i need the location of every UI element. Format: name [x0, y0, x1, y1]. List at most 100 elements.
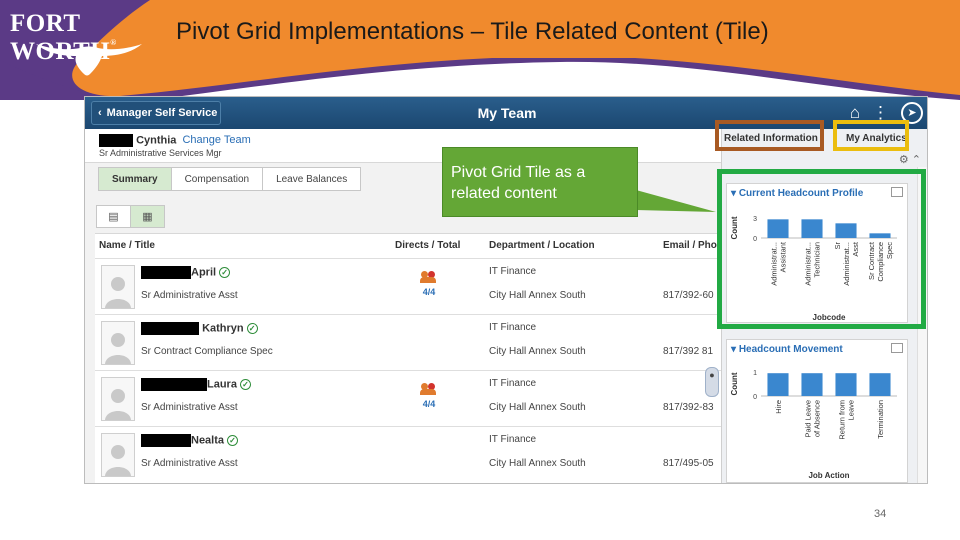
avatar: [101, 321, 135, 365]
redacted-surname: [141, 266, 191, 279]
person-silhouette-icon: [105, 445, 131, 476]
list-view-icon: ▤: [108, 211, 119, 223]
pivot-tile-highlight: [717, 169, 926, 329]
employee-title: Sr Contract Compliance Spec: [141, 346, 273, 357]
directs-count: 4/4: [422, 399, 436, 409]
department: IT Finance: [489, 434, 537, 445]
bar[interactable]: [869, 373, 891, 396]
change-team-link[interactable]: Change Team: [182, 134, 250, 146]
y-axis-label: Count: [730, 372, 739, 395]
tab-bar: Summary Compensation Leave Balances: [98, 167, 362, 191]
my-analytics-highlight: [833, 120, 909, 151]
location: City Hall Annex South: [489, 346, 586, 357]
table-row[interactable]: April ✓ Sr Administrative Asst 4/4 IT Fin…: [95, 258, 721, 314]
phone: 817/392-83: [663, 402, 714, 413]
user-role: Sr Administrative Services Mgr: [99, 148, 222, 158]
grid-header: Name / Title Directs / Total Department …: [95, 234, 721, 258]
headcount-movement-title: Headcount Movement: [738, 344, 843, 355]
col-email-phone[interactable]: Email / Pho: [663, 240, 717, 251]
col-department-location[interactable]: Department / Location: [489, 240, 595, 251]
slide-title-box: Pivot Grid Implementations – Tile Relate…: [168, 6, 914, 58]
slide-title: Pivot Grid Implementations – Tile Relate…: [176, 18, 769, 45]
x-tick-label: of Absence: [813, 400, 822, 437]
tab-summary[interactable]: Summary: [98, 167, 172, 191]
callout-text: Pivot Grid Tile as a related content: [451, 164, 586, 202]
phone: 817/392 81: [663, 346, 714, 357]
employee-name[interactable]: Laura: [207, 378, 237, 390]
tab-leave-balances[interactable]: Leave Balances: [262, 167, 362, 191]
directs-count: 4/4: [422, 287, 436, 297]
caret-down-icon: ▾: [731, 344, 737, 355]
col-name-title[interactable]: Name / Title: [99, 240, 155, 251]
people-icon: [420, 271, 438, 283]
phone: 817/495-05: [663, 458, 714, 469]
redacted-surname: [141, 434, 191, 447]
person-silhouette-icon: [105, 333, 131, 364]
check-icon: ✓: [239, 379, 251, 390]
tile-title: ▾ Headcount Movement: [731, 344, 843, 355]
gear-icon[interactable]: ⚙: [899, 154, 909, 166]
location: City Hall Annex South: [489, 458, 586, 469]
handle-dot-icon: ●: [709, 370, 715, 380]
callout-box: Pivot Grid Tile as a related content: [442, 147, 638, 217]
user-name: Cynthia: [136, 134, 177, 147]
panel-tools: ⚙ ⌃: [899, 153, 921, 166]
y-tick-label: 0: [753, 394, 757, 401]
bar[interactable]: [835, 373, 857, 396]
headcount-movement-tile[interactable]: ▾ Headcount Movement Count 0 1 Hire Paid Lea…: [726, 339, 908, 483]
fort-worth-logo: FORT WORTH®: [8, 6, 168, 76]
grid-view-button[interactable]: ▦: [130, 205, 165, 228]
redacted-surname: [141, 378, 207, 391]
x-tick-label: Leave: [847, 400, 856, 420]
person-silhouette-icon: [105, 277, 131, 308]
y-tick-label: 1: [753, 370, 757, 377]
team-grid: Name / Title Directs / Total Department …: [95, 233, 721, 483]
x-tick-label: Hire: [774, 400, 783, 414]
employee-name[interactable]: Kathryn: [202, 322, 244, 334]
avatar: [101, 377, 135, 421]
phone: 817/392-60: [663, 290, 714, 301]
department: IT Finance: [489, 266, 537, 277]
related-information-highlight: [715, 120, 824, 151]
x-tick-label: Return from: [838, 400, 847, 440]
grid-view-icon: ▦: [142, 211, 153, 223]
expand-icon[interactable]: [891, 343, 903, 353]
employee-title: Sr Administrative Asst: [141, 290, 238, 301]
avatar: [101, 265, 135, 309]
collapse-icon[interactable]: ⌃: [912, 154, 921, 166]
bar[interactable]: [801, 373, 823, 396]
longhorn-icon: [36, 44, 142, 76]
employee-title: Sr Administrative Asst: [141, 458, 238, 469]
directs-cell[interactable]: 4/4: [417, 383, 441, 409]
directs-cell[interactable]: 4/4: [417, 271, 441, 297]
drag-handle[interactable]: ●: [705, 367, 719, 397]
check-icon: ✓: [246, 323, 258, 334]
redacted-surname: [141, 322, 199, 335]
x-tick-label: Termination: [876, 400, 885, 439]
tab-compensation[interactable]: Compensation: [170, 167, 264, 191]
employee-name[interactable]: Nealta: [191, 434, 224, 446]
location: City Hall Annex South: [489, 402, 586, 413]
employee-name[interactable]: April: [191, 266, 216, 278]
department: IT Finance: [489, 378, 537, 389]
department: IT Finance: [489, 322, 537, 333]
col-directs-total[interactable]: Directs / Total: [395, 240, 460, 251]
redacted-surname: [99, 134, 133, 147]
check-icon: ✓: [219, 267, 231, 278]
table-row[interactable]: Nealta ✓ Sr Administrative Asst IT Financ…: [95, 426, 721, 482]
headcount-movement-chart: Count 0 1 Hire Paid Leave of Absence Return fr…: [730, 370, 897, 480]
list-view-button[interactable]: ▤: [96, 205, 131, 228]
view-toggle: ▤ ▦: [96, 205, 165, 228]
avatar: [101, 433, 135, 477]
table-row[interactable]: Kathryn ✓ Sr Contract Compliance Spec IT …: [95, 314, 721, 370]
location: City Hall Annex South: [489, 290, 586, 301]
x-tick-label: Paid Leave: [804, 400, 813, 438]
people-icon: [420, 383, 438, 395]
page-number: 34: [874, 508, 887, 520]
bar[interactable]: [767, 373, 789, 396]
x-axis-label: Job Action: [808, 471, 849, 480]
table-row[interactable]: Laura ✓ Sr Administrative Asst 4/4 IT Fin…: [95, 370, 721, 426]
employee-title: Sr Administrative Asst: [141, 402, 238, 413]
check-icon: ✓: [227, 435, 239, 446]
person-silhouette-icon: [105, 389, 131, 420]
